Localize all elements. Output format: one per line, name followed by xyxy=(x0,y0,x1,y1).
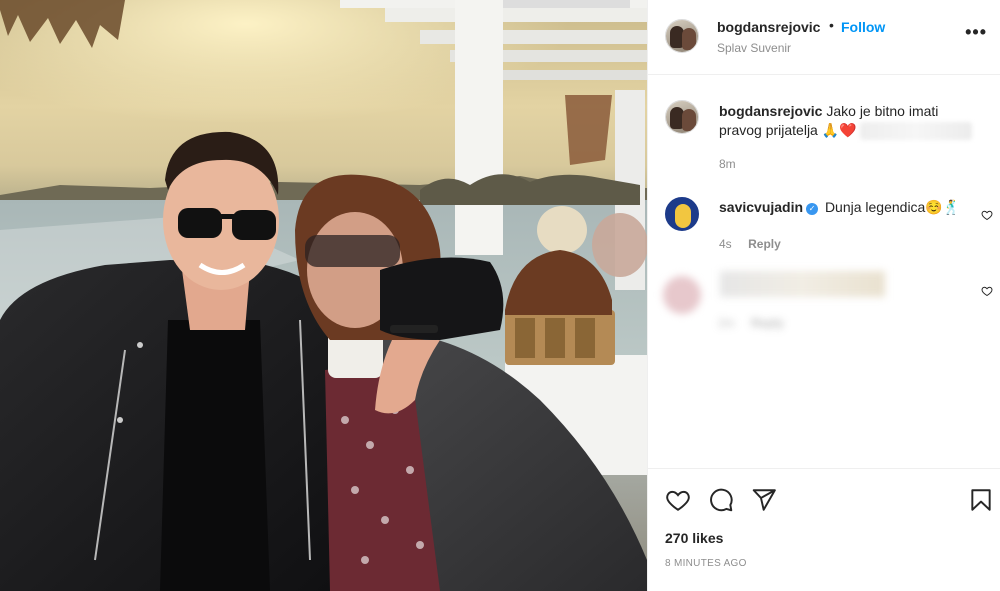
post-actions: 270 likes 8 MINUTES AGO xyxy=(648,468,1000,591)
caption-avatar[interactable] xyxy=(665,100,699,134)
blurred-comment-text xyxy=(720,271,885,297)
share-icon[interactable] xyxy=(751,487,777,513)
bookmark-icon[interactable] xyxy=(968,487,994,513)
post-header: bogdansrejovic • Follow Splav Suvenir ••… xyxy=(648,0,1000,75)
comment-username[interactable]: savicvujadin xyxy=(719,199,803,215)
post-photo[interactable] xyxy=(0,0,647,591)
caption-time[interactable]: 8m xyxy=(719,157,736,171)
avatar-figure xyxy=(682,109,696,131)
author-username[interactable]: bogdansrejovic xyxy=(717,19,820,35)
verified-badge-icon: ✓ xyxy=(806,203,819,215)
separator-dot: • xyxy=(829,17,834,33)
caption-blurred-text xyxy=(860,122,973,141)
commenter-avatar[interactable] xyxy=(665,197,699,231)
comment-text: Dunja legendica☺️🕺 xyxy=(824,199,961,215)
more-options-icon[interactable]: ••• xyxy=(965,22,987,43)
comment-like-heart-icon[interactable] xyxy=(981,209,993,221)
reply-button[interactable]: Reply xyxy=(751,316,784,330)
post-timestamp[interactable]: 8 MINUTES AGO xyxy=(665,558,747,569)
caption: bogdansrejovic Jako je bitno imati pravo… xyxy=(719,102,984,141)
likes-count[interactable]: 270 likes xyxy=(665,530,723,546)
blurred-comment-meta: 2m Reply xyxy=(718,314,784,332)
comment-time[interactable]: 4s xyxy=(719,237,732,251)
avatar-figure xyxy=(682,28,696,50)
post-photo-scene xyxy=(0,0,647,591)
comment-like-heart-icon[interactable] xyxy=(981,285,993,297)
caption-username[interactable]: bogdansrejovic xyxy=(719,103,822,119)
heart-icon[interactable] xyxy=(665,487,691,513)
reply-button[interactable]: Reply xyxy=(748,237,781,251)
post-location[interactable]: Splav Suvenir xyxy=(717,41,791,55)
comment-body: savicvujadin ✓ Dunja legendica☺️🕺 xyxy=(719,199,960,216)
comment-icon[interactable] xyxy=(708,487,734,513)
avatar-figure xyxy=(675,204,691,228)
blurred-avatar[interactable] xyxy=(663,276,701,314)
comment-time: 2m xyxy=(718,316,735,330)
post-detail-panel: bogdansrejovic • Follow Splav Suvenir ••… xyxy=(647,0,1000,591)
follow-button[interactable]: Follow xyxy=(841,19,885,35)
author-avatar[interactable] xyxy=(665,19,699,53)
comments-section: bogdansrejovic Jako je bitno imati pravo… xyxy=(648,76,1000,468)
comment-meta: 4s Reply xyxy=(719,235,781,253)
